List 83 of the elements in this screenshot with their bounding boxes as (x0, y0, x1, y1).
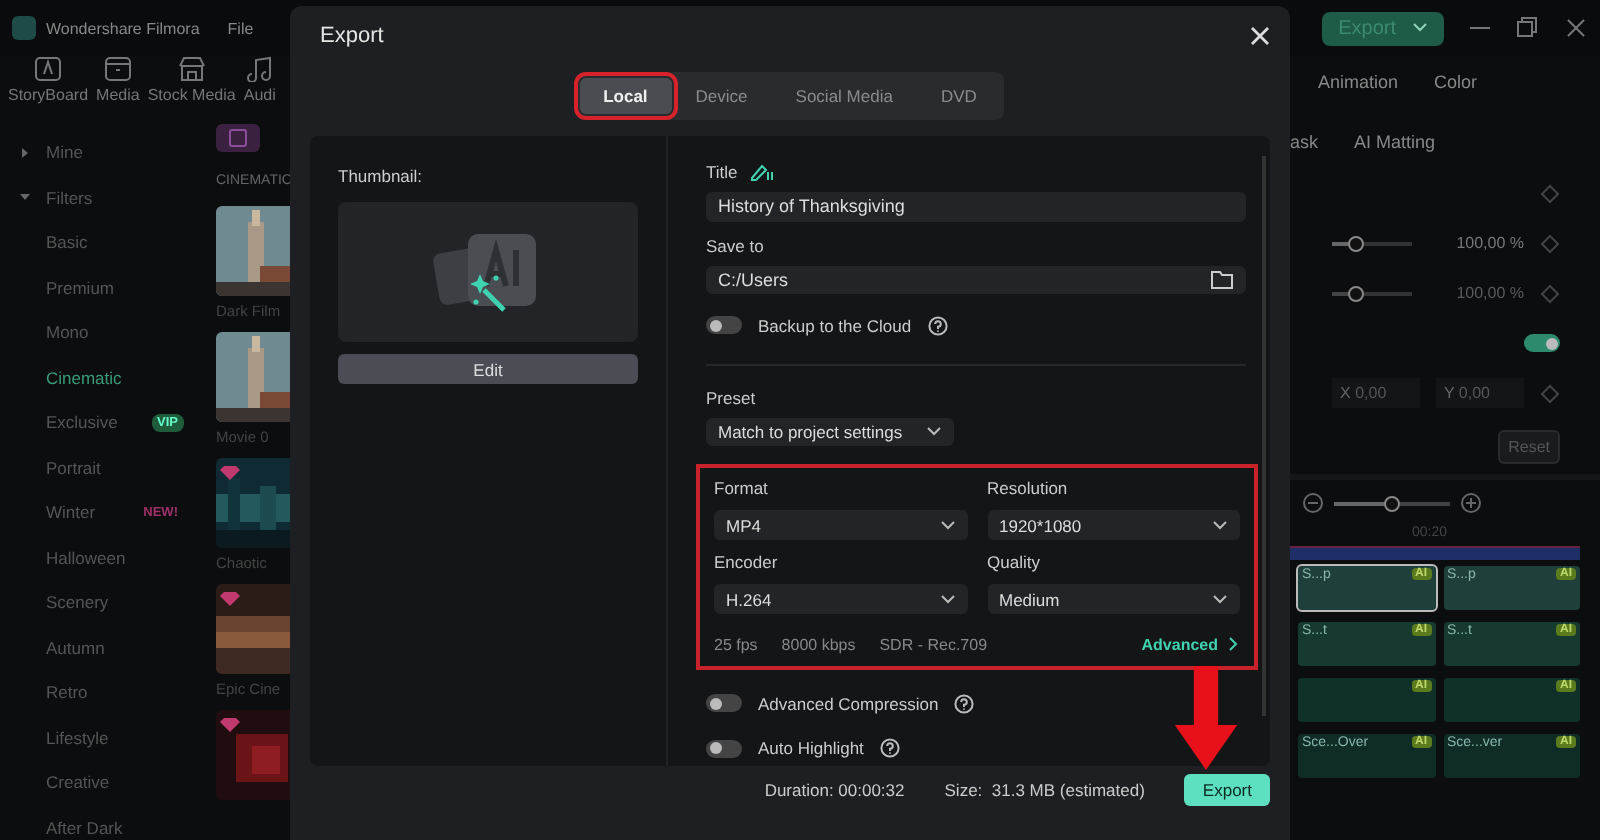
sidebar-item[interactable]: Portrait (0, 445, 200, 490)
app-title: Wondershare Filmora (46, 19, 200, 37)
toolbar-tab[interactable]: Stock Media (147, 56, 236, 116)
sidebar-item[interactable]: Halloween (0, 535, 200, 580)
sidebar-item[interactable]: Retro (0, 670, 200, 715)
setting-label: Format (714, 478, 770, 499)
preset-label: Preset (706, 387, 758, 408)
toggle-switch[interactable] (706, 694, 742, 713)
zoom-out-icon[interactable] (1302, 492, 1324, 514)
slider-value: 100,00 % (1454, 284, 1524, 302)
menu-item[interactable]: File (227, 19, 254, 37)
preset-dropdown[interactable]: Match to project settings (706, 417, 954, 447)
setting-dropdown[interactable]: H.264 (714, 584, 967, 615)
setting-dropdown[interactable]: Medium (987, 584, 1240, 615)
folder-icon[interactable] (1210, 269, 1234, 290)
help-icon[interactable] (927, 315, 948, 336)
media-icon (34, 56, 63, 82)
option-label: Advanced Compression (758, 693, 939, 714)
title-field[interactable]: History of Thanksgiving (706, 192, 1246, 222)
sidebar-item[interactable]: Basic (0, 220, 200, 265)
toolbar-tab[interactable]: Media (96, 56, 140, 116)
export-info: 25 fps (714, 635, 758, 654)
option-label: Backup to the Cloud (758, 315, 912, 336)
setting-dropdown[interactable]: MP4 (714, 510, 967, 541)
setting-dropdown[interactable]: 1920*1080 (987, 510, 1240, 541)
toolbar-tab[interactable]: StoryBoard (8, 56, 89, 116)
caret-icon (1212, 593, 1228, 606)
size-text: Size: 31.3 MB (estimated) (944, 780, 1145, 800)
music-note-icon (245, 56, 274, 82)
toggle-switch[interactable] (706, 316, 742, 335)
caret-icon (939, 593, 955, 606)
sidebar-item[interactable]: Creative (0, 760, 200, 805)
setting-label: Encoder (714, 552, 780, 573)
sidebar-item[interactable]: Filters (0, 175, 200, 220)
sidebar-item[interactable]: Autumn (0, 625, 200, 670)
caret-icon (939, 519, 955, 532)
help-icon[interactable] (879, 738, 900, 759)
app-logo-icon (12, 16, 36, 40)
y-field[interactable]: Y 0,00 (1436, 378, 1524, 408)
sidebar-item[interactable]: Premium (0, 265, 200, 310)
slider-value: 100,00 % (1454, 234, 1524, 252)
sidebar-item[interactable]: Scenery (0, 580, 200, 625)
thumbnail-label: Thumbnail: (338, 166, 425, 186)
sidebar-item[interactable]: Lifestyle (0, 715, 200, 760)
toggle-switch[interactable] (706, 739, 742, 758)
export-info: 8000 kbps (781, 635, 856, 654)
reset-button[interactable]: Reset (1498, 429, 1560, 463)
tab[interactable]: Local (579, 78, 672, 114)
toggle-switch[interactable] (1524, 334, 1560, 352)
caret-icon (1412, 22, 1428, 34)
help-icon[interactable] (954, 693, 975, 714)
edit-button[interactable]: Edit (338, 354, 638, 384)
sidebar-item[interactable]: After Dark (0, 805, 200, 840)
duration-text: Duration: 00:00:32 (764, 780, 905, 800)
tab[interactable]: DVD (916, 78, 1001, 114)
caret-icon (926, 425, 942, 438)
caret-icon (1212, 519, 1228, 532)
save-to-label: Save to (706, 235, 766, 256)
setting-label: Resolution (987, 478, 1070, 499)
x-field[interactable]: X 0,00 (1332, 378, 1420, 408)
export-info: SDR - Rec.709 (879, 635, 988, 654)
option-label: Auto Highlight (758, 738, 864, 759)
tab[interactable]: Social Media (771, 78, 917, 114)
inspector-tab[interactable]: AI Matting (1354, 132, 1436, 152)
export-button[interactable]: Export (1184, 774, 1270, 806)
inspector-tab[interactable]: Animation (1318, 72, 1399, 92)
toolbar-tab[interactable]: Audi (243, 56, 276, 116)
setting-label: Quality (987, 552, 1042, 573)
chevron-right-icon (1228, 636, 1240, 653)
inspector-tab[interactable]: ask (1290, 132, 1319, 152)
zoom-in-icon[interactable] (1460, 492, 1482, 514)
advanced-link[interactable]: Advanced (1141, 635, 1240, 654)
sidebar-item[interactable]: Mono (0, 310, 200, 355)
ai-pen-icon[interactable] (749, 162, 778, 182)
title-label: Title (706, 162, 738, 182)
inspector-tab[interactable]: Color (1434, 72, 1478, 92)
dialog-title: Export (320, 24, 384, 48)
tab[interactable]: Device (671, 78, 772, 114)
save-path-field[interactable]: C:/Users (706, 265, 1246, 295)
restore-icon[interactable] (1516, 16, 1540, 40)
sidebar-item[interactable]: Mine (0, 130, 200, 175)
media-icon (103, 56, 132, 82)
sidebar-item[interactable]: Cinematic (0, 355, 200, 400)
